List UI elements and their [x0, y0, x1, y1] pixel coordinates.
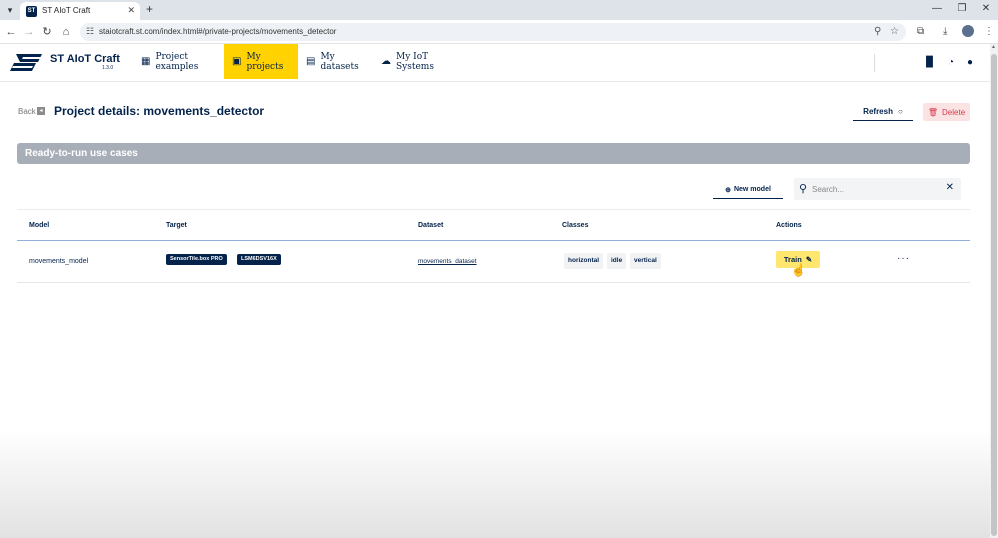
- class-chip: idle: [607, 253, 627, 269]
- app-version: 1.3.0: [102, 65, 114, 71]
- chart-icon: ▤: [306, 56, 316, 67]
- table-top-border: [17, 209, 970, 210]
- back-link[interactable]: Back: [18, 107, 36, 116]
- search-icon: ⚲: [799, 183, 808, 195]
- section-header: Ready-to-run use cases: [17, 143, 970, 164]
- download-icon[interactable]: ⤓: [943, 26, 947, 37]
- refresh-label: Refresh: [863, 107, 893, 116]
- browser-tab[interactable]: ST ST AIoT Craft ✕: [20, 2, 140, 20]
- reload-icon[interactable]: ↻: [39, 24, 55, 40]
- forward-arrow-icon[interactable]: →: [21, 24, 37, 40]
- page-scrollbar[interactable]: ▲: [990, 44, 998, 538]
- cloud-icon: ☁: [381, 56, 391, 67]
- new-tab-button[interactable]: +: [146, 2, 153, 16]
- nav-label: My projects: [246, 51, 284, 72]
- hand-cursor-icon: ☝: [791, 263, 806, 277]
- tab-search-icon[interactable]: ▾: [3, 3, 17, 17]
- bottom-fade: [0, 430, 990, 538]
- new-model-label: New model: [733, 186, 771, 193]
- home-icon[interactable]: ⌂: [58, 24, 74, 40]
- browser-toolbar: ← → ↻ ⌂ ☷ staiotcraft.st.com/index.html#…: [0, 20, 998, 44]
- url-text: staiotcraft.st.com/index.html#/private-p…: [99, 27, 337, 36]
- address-bar[interactable]: ☷ staiotcraft.st.com/index.html#/private…: [80, 23, 906, 41]
- search-input[interactable]: [812, 182, 942, 196]
- delete-button[interactable]: 🗑 Delete: [923, 103, 970, 121]
- section-title: Ready-to-run use cases: [25, 148, 138, 159]
- window-close-icon[interactable]: ✕: [979, 3, 993, 14]
- search-box: ⚲ ✕: [794, 178, 961, 200]
- browser-tab-strip: ▾ ST ST AIoT Craft ✕ + — ❐ ✕: [0, 0, 998, 20]
- st-favicon-icon: ST: [26, 6, 37, 17]
- user-account-icon[interactable]: ●: [964, 57, 976, 69]
- document-icon[interactable]: ▉: [924, 57, 936, 69]
- pencil-icon: ✎: [805, 255, 813, 264]
- plus-circle-icon: ⊕: [725, 186, 731, 194]
- tab-close-icon[interactable]: ✕: [127, 5, 135, 16]
- header-actions: Actions: [776, 222, 802, 229]
- minimize-icon[interactable]: —: [930, 3, 944, 14]
- nav-label: My datasets: [320, 51, 359, 72]
- header-model: Model: [29, 222, 50, 229]
- nav-project-examples[interactable]: ▦ Project examples: [136, 44, 222, 79]
- clear-search-icon[interactable]: ✕: [946, 182, 954, 193]
- header-target: Target: [166, 222, 187, 229]
- site-info-icon[interactable]: ☷: [86, 26, 94, 37]
- model-name: movements_model: [29, 258, 89, 265]
- delete-label: Delete: [942, 107, 966, 117]
- scrollbar-thumb[interactable]: [991, 54, 997, 536]
- target-badge-sensor: LSM6DSV16X: [237, 254, 281, 265]
- nav-my-iot-systems[interactable]: ☁ My IoT Systems: [376, 44, 458, 79]
- table-header-divider: [17, 240, 970, 241]
- class-chip: vertical: [630, 253, 661, 269]
- nav-label: Project examples: [155, 51, 199, 72]
- dataset-link[interactable]: movements_dataset: [418, 258, 477, 265]
- nav-my-datasets[interactable]: ▤ My datasets: [300, 44, 372, 79]
- trash-icon: 🗑: [927, 107, 939, 117]
- dashboard-gauge-icon[interactable]: ◔: [945, 57, 957, 69]
- nav-my-projects[interactable]: ▣ My projects: [224, 44, 298, 79]
- tab-title: ST AIoT Craft: [42, 6, 91, 15]
- restore-icon[interactable]: ❐: [955, 3, 969, 14]
- app-header: ST AIoT Craft 1.3.0 ▦ Project examples ▣…: [0, 44, 990, 82]
- class-chip: horizontal: [564, 253, 604, 269]
- extensions-icon[interactable]: ⧉: [917, 26, 924, 37]
- back-arrow-icon[interactable]: ←: [3, 24, 19, 40]
- back-arrow-icon[interactable]: ◂: [37, 107, 45, 115]
- profile-avatar[interactable]: [962, 25, 974, 37]
- folder-icon: ▣: [232, 56, 242, 67]
- refresh-button[interactable]: Refresh ○: [853, 103, 913, 121]
- scroll-up-icon[interactable]: ▲: [991, 44, 996, 50]
- more-options-icon[interactable]: ···: [897, 253, 910, 264]
- target-badge-board: SensorTile.box PRO: [166, 254, 227, 265]
- zoom-icon[interactable]: ⚲: [874, 26, 881, 37]
- browser-menu-icon[interactable]: ⋮: [984, 26, 994, 37]
- new-model-button[interactable]: ⊕ New model: [713, 181, 783, 199]
- refresh-icon: ○: [897, 107, 903, 116]
- app-name: ST AIoT Craft: [50, 53, 120, 65]
- bookmark-star-icon[interactable]: ☆: [890, 26, 899, 37]
- grid-icon: ▦: [141, 56, 151, 67]
- page-title: Project details: movements_detector: [54, 104, 265, 118]
- nav-label: My IoT Systems: [396, 51, 434, 72]
- header-dataset: Dataset: [418, 222, 444, 229]
- header-divider: [874, 54, 875, 72]
- header-classes: Classes: [562, 222, 589, 229]
- st-logo-icon: [10, 54, 42, 71]
- table-row-divider: [17, 282, 970, 283]
